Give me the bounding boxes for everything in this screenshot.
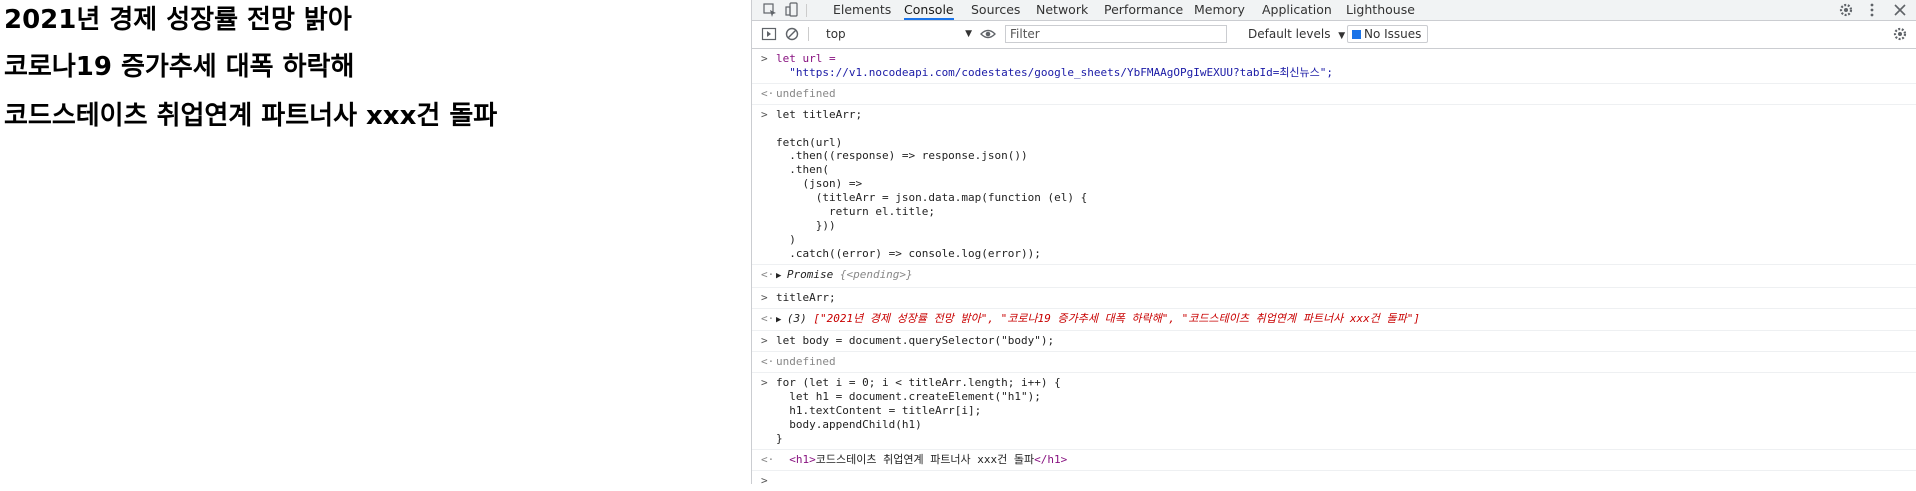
devtools-panel: Elements Console Sources Network Perform… (751, 0, 1916, 487)
rendered-page: 2021년 경제 성장률 전망 밝아 코로나19 증가추세 대폭 하락해 코드스… (0, 0, 751, 484)
expand-triangle-icon[interactable]: ▶ (776, 315, 787, 325)
console-result-entry: <· <h1>코드스테이츠 취업연계 파트너사 xxx건 돌파</h1> (752, 450, 1916, 471)
html-tag-close[interactable]: </h1> (1034, 453, 1067, 466)
issues-label: No Issues (1364, 27, 1422, 41)
console-log[interactable]: > let url = "https://v1.nocodeapi.com/cod… (752, 49, 1916, 487)
toolbar-divider (808, 27, 809, 41)
device-toolbar-icon[interactable] (784, 2, 800, 18)
console-input-entry: > let body = document.querySelector("body… (752, 331, 1916, 353)
console-result: Promise (786, 267, 840, 281)
tab-console[interactable]: Console (904, 0, 954, 20)
console-filter-input[interactable] (1005, 25, 1227, 43)
tabbar-divider (806, 4, 807, 17)
console-result-element-text[interactable]: 코드스테이츠 취업연계 파트너사 xxx건 돌파 (816, 453, 1034, 466)
page-heading-1: 2021년 경제 성장률 전망 밝아 (4, 5, 352, 35)
input-chevron-icon: > (761, 52, 768, 65)
tab-memory[interactable]: Memory (1194, 0, 1245, 20)
console-code: let url = (776, 52, 836, 65)
result-arrow-icon: <· (761, 355, 775, 369)
tab-sources[interactable]: Sources (971, 0, 1020, 20)
tab-lighthouse[interactable]: Lighthouse (1346, 0, 1415, 20)
expand-triangle-icon[interactable]: ▶ (776, 271, 787, 281)
input-chevron-icon: > (761, 107, 768, 121)
clear-console-icon[interactable] (784, 26, 800, 45)
console-result-entry: <· ▶ Promise {<pending>} (752, 265, 1916, 288)
context-selector[interactable]: top ▼ (822, 26, 974, 42)
console-toolbar: top ▼ Default levels ▼ No Issues (752, 21, 1916, 49)
result-arrow-icon: <· (761, 452, 775, 466)
issues-flag-icon (1352, 30, 1361, 39)
more-options-icon[interactable] (1864, 2, 1880, 18)
tab-elements[interactable]: Elements (833, 0, 891, 20)
prompt-chevron-icon: > (761, 473, 768, 487)
chevron-down-icon: ▼ (1338, 31, 1346, 41)
tab-application[interactable]: Application (1262, 0, 1332, 20)
console-code: titleArr; (776, 290, 836, 304)
settings-gear-icon[interactable] (1838, 2, 1854, 18)
console-input-entry: > titleArr; (752, 288, 1916, 309)
result-arrow-icon: <· (761, 311, 775, 325)
console-settings-gear-icon[interactable] (1892, 26, 1908, 45)
live-expression-eye-icon[interactable] (980, 26, 996, 45)
result-arrow-icon: <· (761, 86, 775, 100)
console-code: let body = document.querySelector("body"… (776, 334, 1055, 348)
sidebar-toggle-icon[interactable] (761, 26, 777, 45)
console-result: undefined (776, 86, 836, 100)
input-chevron-icon: > (761, 334, 768, 348)
console-input-entry: > let url = "https://v1.nocodeapi.com/cod… (752, 49, 1916, 84)
tab-network[interactable]: Network (1036, 0, 1088, 20)
console-result-entry: <· undefined (752, 84, 1916, 105)
console-result: (3) (786, 311, 814, 325)
input-chevron-icon: > (761, 290, 768, 304)
console-prompt[interactable]: > (752, 471, 1916, 491)
console-result-entry: <· ▶ (3) ["2021년 경제 성장률 전망 밝아", "코로나19 증가… (752, 309, 1916, 332)
log-levels-dropdown[interactable]: Default levels ▼ (1248, 26, 1345, 42)
page-heading-3: 코드스테이츠 취업연계 파트너사 xxx건 돌파 (4, 101, 498, 131)
devtools-tabbar: Elements Console Sources Network Perform… (752, 0, 1916, 21)
inspect-element-icon[interactable] (762, 2, 778, 18)
console-input-entry: > for (let i = 0; i < titleArr.length; i+… (752, 373, 1916, 450)
console-code: for (let i = 0; i < titleArr.length; i++… (776, 376, 1061, 445)
console-code-string: "https://v1.nocodeapi.com/codestates/goo… (776, 65, 1334, 79)
chevron-down-icon: ▼ (965, 29, 972, 39)
console-result: undefined (776, 355, 836, 369)
html-tag-open[interactable]: <h1> (789, 453, 816, 466)
console-code: let titleArr; fetch(url) .then((response… (776, 107, 1088, 260)
issues-button[interactable]: No Issues (1347, 25, 1429, 43)
context-value: top (826, 27, 846, 41)
log-levels-label: Default levels (1248, 27, 1331, 41)
result-arrow-icon: <· (761, 267, 775, 281)
console-result-detail: {<pending>} (839, 267, 913, 281)
input-chevron-icon: > (761, 376, 768, 390)
console-result-entry: <· undefined (752, 352, 1916, 374)
page-heading-2: 코로나19 증가추세 대폭 하락해 (4, 52, 355, 82)
close-devtools-icon[interactable] (1892, 2, 1908, 18)
console-result-array: ["2021년 경제 성장률 전망 밝아", "코로나19 증가추세 대폭 하락… (813, 311, 1420, 325)
tab-performance[interactable]: Performance (1104, 0, 1183, 20)
console-input-entry: > let titleArr; fetch(url) .then((respons… (752, 105, 1916, 265)
